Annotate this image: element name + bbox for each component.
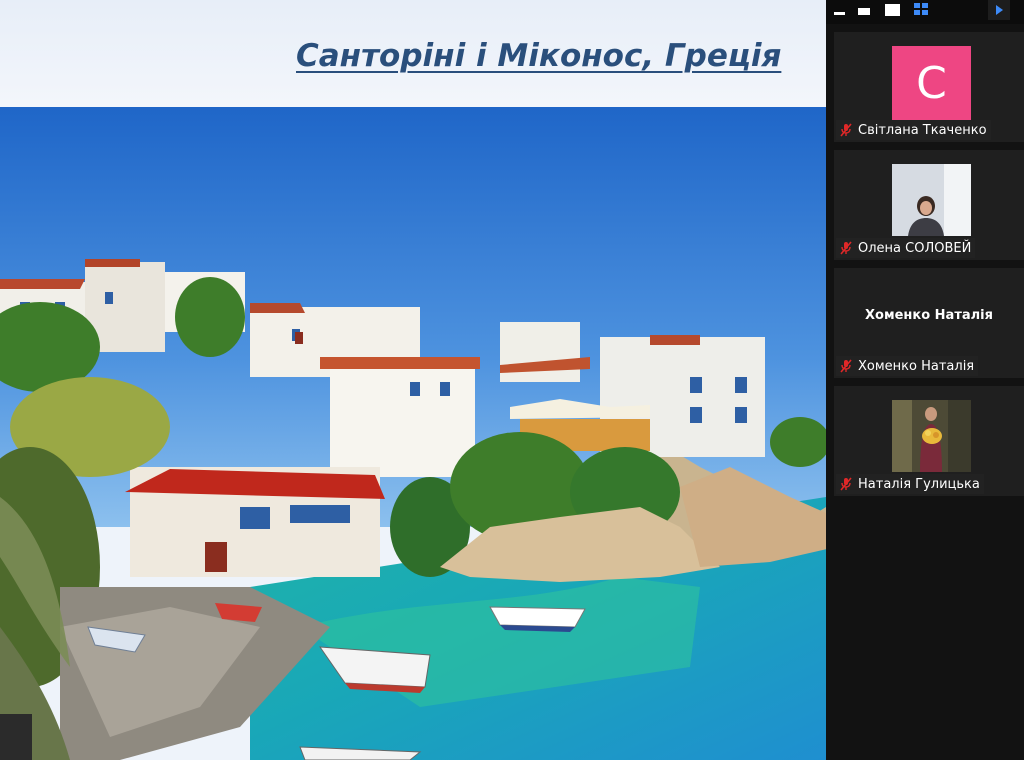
minimize-icon[interactable] xyxy=(828,0,850,22)
film-strip-icon[interactable] xyxy=(853,0,875,22)
participant-name-badge: Олена СОЛОВЕЙ xyxy=(836,238,976,258)
participant-name-badge: Хоменко Наталія xyxy=(836,356,979,376)
slide-title: Санторіні і Міконос, Греція xyxy=(296,38,782,74)
slide-photo xyxy=(0,107,826,760)
participant-name: Хоменко Наталія xyxy=(858,358,975,374)
corner-thumbnail[interactable] xyxy=(0,714,32,760)
fullscreen-icon[interactable] xyxy=(881,0,903,22)
gallery-toolbar xyxy=(826,0,1024,24)
participant-name-badge: Світлана Ткаченко xyxy=(836,120,991,140)
mic-muted-icon xyxy=(840,359,852,373)
slide-header: Санторіні і Міконос, Греція xyxy=(0,0,826,107)
mic-muted-icon xyxy=(840,241,852,255)
participant-name: Світлана Ткаченко xyxy=(858,122,987,138)
participant-name: Наталія Гулицька xyxy=(858,476,980,492)
participant-name-badge: Наталія Гулицька xyxy=(836,474,984,494)
avatar: С xyxy=(892,46,971,120)
mic-muted-icon xyxy=(840,123,852,137)
participant-name: Олена СОЛОВЕЙ xyxy=(858,240,972,256)
participant-display-name: Хоменко Наталія xyxy=(865,308,993,323)
shared-screen: Санторіні і Міконос, Греція xyxy=(0,0,826,760)
participant-video xyxy=(892,400,971,472)
participants-gallery: С Світлана Ткаченко Олена СОЛОВЕЙ Хоменк… xyxy=(826,0,1024,760)
participant-tile[interactable]: Наталія Гулицька xyxy=(834,386,1024,496)
participant-tile[interactable]: С Світлана Ткаченко xyxy=(834,32,1024,142)
grid-view-icon[interactable] xyxy=(910,0,932,22)
next-page-icon[interactable] xyxy=(988,0,1010,20)
participant-tile[interactable]: Хоменко Наталія Хоменко Наталія xyxy=(834,268,1024,378)
coastal-town-photo xyxy=(0,107,826,760)
participant-video xyxy=(892,164,971,236)
participant-tile[interactable]: Олена СОЛОВЕЙ xyxy=(834,150,1024,260)
mic-muted-icon xyxy=(840,477,852,491)
boat xyxy=(489,606,586,632)
